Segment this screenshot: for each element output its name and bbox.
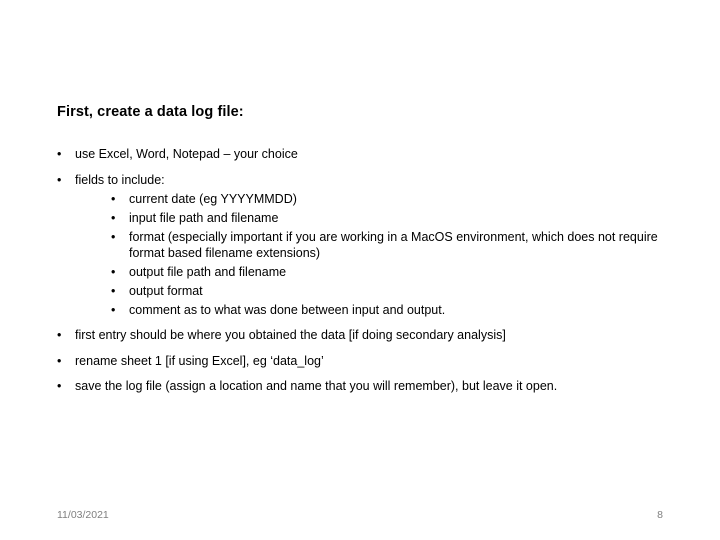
bullet-text: fields to include: bbox=[75, 172, 165, 187]
bullet-item: rename sheet 1 [if using Excel], eg ‘dat… bbox=[57, 353, 677, 369]
bullet-text: rename sheet 1 [if using Excel], eg ‘dat… bbox=[75, 353, 324, 368]
sub-bullet-list: current date (eg YYYYMMDD) input file pa… bbox=[75, 191, 677, 318]
bullet-item: save the log file (assign a location and… bbox=[57, 378, 677, 394]
bullet-text: first entry should be where you obtained… bbox=[75, 328, 506, 342]
footer-page-number: 8 bbox=[657, 509, 663, 521]
bullet-item: first entry should be where you obtained… bbox=[57, 327, 677, 343]
footer-date: 11/03/2021 bbox=[57, 509, 109, 521]
sub-bullet-item: comment as to what was done between inpu… bbox=[111, 302, 677, 318]
bullet-list: use Excel, Word, Notepad – your choice f… bbox=[57, 146, 677, 394]
bullet-text: save the log file (assign a location and… bbox=[75, 379, 558, 393]
bullet-item: fields to include: current date (eg YYYY… bbox=[57, 172, 677, 318]
sub-bullet-item: output format bbox=[111, 283, 677, 299]
sub-bullet-item: output file path and filename bbox=[111, 264, 677, 280]
slide-body: use Excel, Word, Notepad – your choice f… bbox=[57, 146, 677, 404]
slide-title: First, create a data log file: bbox=[57, 104, 244, 120]
slide: First, create a data log file: use Excel… bbox=[0, 0, 720, 540]
sub-bullet-item: format (especially important if you are … bbox=[111, 229, 677, 261]
bullet-item: use Excel, Word, Notepad – your choice bbox=[57, 146, 677, 162]
sub-bullet-item: input file path and filename bbox=[111, 210, 677, 226]
sub-bullet-item: current date (eg YYYYMMDD) bbox=[111, 191, 677, 207]
bullet-text: use Excel, Word, Notepad – your choice bbox=[75, 147, 298, 161]
